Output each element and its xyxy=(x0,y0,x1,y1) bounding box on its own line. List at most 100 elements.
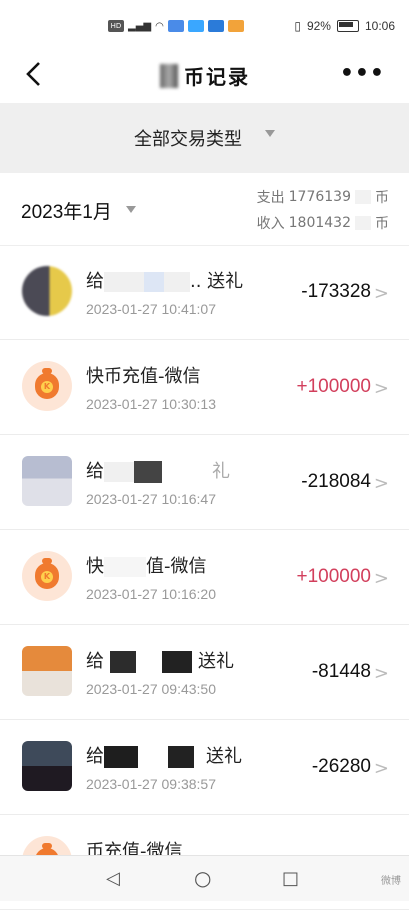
redacted xyxy=(136,652,162,672)
transaction-title: 快币充值-微信 xyxy=(86,366,201,387)
redacted xyxy=(194,747,206,767)
nav-bar: 币记录 ••• xyxy=(0,45,409,103)
signal-icon: ▂▄▆ xyxy=(128,20,152,32)
redacted xyxy=(138,747,168,767)
transaction-type-filter[interactable]: 全部交易类型 xyxy=(0,103,409,173)
vibrate-icon: ▯ xyxy=(294,19,301,33)
transaction-amount: -81448 xyxy=(311,661,371,682)
title-prefix: 给 xyxy=(86,746,104,767)
filter-label: 全部交易类型 xyxy=(134,129,242,150)
title-suffix: 值-微信 xyxy=(146,556,207,577)
redacted xyxy=(104,746,138,768)
chevron-right-icon: > xyxy=(373,568,389,589)
app-icon-orange xyxy=(227,20,244,32)
avatar: K xyxy=(22,551,72,601)
clock: 10:06 xyxy=(364,19,395,33)
title-suffix: .. 送礼 xyxy=(190,271,244,292)
chevron-right-icon: > xyxy=(373,378,389,399)
transaction-title: 快 值-微信 xyxy=(86,552,207,578)
redacted xyxy=(134,461,162,483)
redacted xyxy=(164,272,190,292)
transaction-amount: +100000 xyxy=(296,566,372,587)
redacted xyxy=(144,272,164,292)
redacted xyxy=(355,216,371,230)
transaction-list: 给 .. 送礼 2023-01-27 10:41:07 -173328 > K 快… xyxy=(0,245,409,910)
transaction-row[interactable]: 给 送礼 2023-01-27 09:43:50 -81448 > xyxy=(0,625,409,720)
income-value: 1801432 xyxy=(288,215,351,231)
battery-icon xyxy=(336,20,359,32)
redacted xyxy=(110,651,136,673)
more-button[interactable]: ••• xyxy=(340,61,385,86)
transaction-time: 2023-01-27 09:43:50 xyxy=(86,681,216,697)
transaction-title: 给礼 xyxy=(86,457,230,483)
transaction-title: 给 送礼 xyxy=(86,742,242,768)
back-button[interactable] xyxy=(22,59,50,89)
transaction-time: 2023-01-27 10:16:47 xyxy=(86,491,216,507)
expense-label: 支出 xyxy=(256,190,285,206)
income-label: 收入 xyxy=(256,216,285,232)
app-icon-blue xyxy=(167,20,184,32)
transaction-row[interactable]: K 快 值-微信 2023-01-27 10:16:20 +100000 > xyxy=(0,530,409,625)
status-icons: HD ▂▄▆ ◠ xyxy=(108,20,244,32)
system-back-button[interactable]: ◁ xyxy=(106,868,120,889)
chevron-right-icon: > xyxy=(373,283,389,304)
caret-down-icon xyxy=(126,206,136,213)
transaction-time: 2023-01-27 09:38:57 xyxy=(86,776,216,792)
avatar xyxy=(22,646,72,696)
expense-summary: 支出 1776139 币 xyxy=(257,187,389,207)
title-prefix: 给 xyxy=(86,461,104,482)
transaction-title: 给 送礼 xyxy=(86,647,234,673)
app-icon-cyan xyxy=(187,20,204,32)
avatar xyxy=(22,741,72,791)
title-suffix: 送礼 xyxy=(206,746,242,767)
transaction-time: 2023-01-27 10:30:13 xyxy=(86,396,216,412)
chevron-right-icon: > xyxy=(373,663,389,684)
chevron-right-icon: > xyxy=(373,758,389,779)
transaction-time: 2023-01-27 10:16:20 xyxy=(86,586,216,602)
transaction-amount: +100000 xyxy=(296,376,372,397)
system-home-button[interactable]: ○ xyxy=(194,866,211,890)
system-nav-bar: ◁ ○ □ xyxy=(0,855,409,901)
wifi-icon: ◠ xyxy=(155,20,164,32)
transaction-row[interactable]: K 快币充值-微信 2023-01-27 10:30:13 +100000 > xyxy=(0,340,409,435)
redacted xyxy=(355,190,371,204)
title-redacted xyxy=(160,63,178,88)
transaction-row[interactable]: 给礼 2023-01-27 10:16:47 -218084 > xyxy=(0,435,409,530)
app-icon-search xyxy=(207,20,224,32)
avatar xyxy=(22,456,72,506)
avatar: K xyxy=(22,361,72,411)
coin-bag-icon: K xyxy=(35,368,59,399)
status-right: ▯ 92% 10:06 xyxy=(294,19,395,33)
month-selector[interactable]: 2023年1月 xyxy=(21,197,112,224)
redacted xyxy=(162,462,212,482)
transaction-title: 给 .. 送礼 xyxy=(86,267,243,293)
page-title: 币记录 xyxy=(184,65,250,89)
redacted xyxy=(104,272,144,292)
avatar xyxy=(22,266,72,316)
redacted xyxy=(162,651,192,673)
page-title-wrap: 币记录 xyxy=(160,61,250,90)
expense-unit: 币 xyxy=(375,190,389,206)
redacted xyxy=(104,462,134,482)
transaction-row[interactable]: 给 .. 送礼 2023-01-27 10:41:07 -173328 > xyxy=(0,245,409,340)
title-suffix: 礼 xyxy=(212,461,230,482)
expense-value: 1776139 xyxy=(288,189,351,205)
transaction-amount: -173328 xyxy=(301,281,371,302)
watermark: 微博 xyxy=(381,876,401,887)
title-suffix: 送礼 xyxy=(198,651,234,672)
transaction-amount: -26280 xyxy=(311,756,371,777)
hd-icon: HD xyxy=(108,20,124,32)
income-unit: 币 xyxy=(375,216,389,232)
income-summary: 收入 1801432 币 xyxy=(257,213,389,233)
redacted xyxy=(168,746,194,768)
chevron-right-icon: > xyxy=(373,473,389,494)
title-prefix: 快 xyxy=(86,556,104,577)
transaction-row[interactable]: 给 送礼 2023-01-27 09:38:57 -26280 > xyxy=(0,720,409,815)
battery-percent: 92% xyxy=(306,19,331,33)
redacted xyxy=(104,557,146,577)
coin-bag-icon: K xyxy=(35,558,59,589)
month-summary: 2023年1月 支出 1776139 币 收入 1801432 币 xyxy=(0,173,409,246)
caret-down-icon xyxy=(265,130,275,137)
transaction-amount: -218084 xyxy=(301,471,371,492)
system-recent-button[interactable]: □ xyxy=(282,868,299,889)
